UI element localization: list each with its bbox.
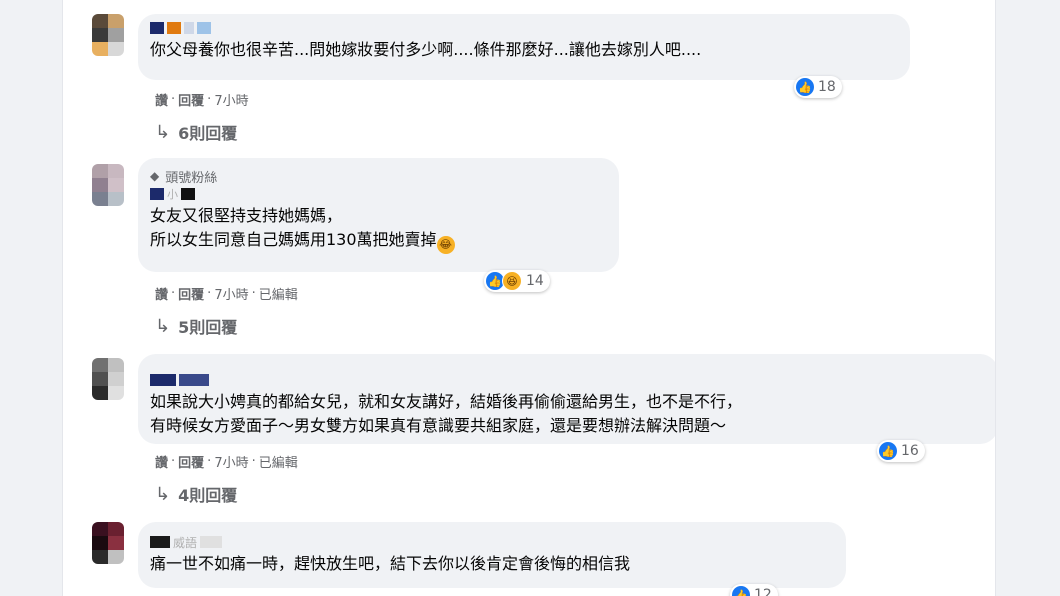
view-replies-button[interactable]: ↳ 6則回覆 <box>155 120 237 144</box>
reaction-summary[interactable]: 👍 12 <box>730 584 778 596</box>
replies-label: 5則回覆 <box>178 318 238 337</box>
avatar[interactable] <box>92 164 124 206</box>
reply-button[interactable]: 回覆 <box>178 90 204 109</box>
diamond-icon: ◆ <box>150 169 160 183</box>
reaction-count: 12 <box>754 587 772 596</box>
reaction-count: 14 <box>526 273 544 289</box>
comment-bubble: 你父母養你也很辛苦...問她嫁妝要付多少啊....條件那麼好...讓他去嫁別人吧… <box>138 14 910 80</box>
badge-label: 頭號粉絲 <box>165 170 218 186</box>
like-button[interactable]: 讚 <box>155 284 168 303</box>
reaction-summary[interactable]: 👍 😆 14 <box>484 270 550 292</box>
timestamp-link[interactable]: 7小時 <box>214 90 248 109</box>
like-button[interactable]: 讚 <box>155 90 168 109</box>
reaction-count: 16 <box>901 443 919 459</box>
reaction-summary[interactable]: 👍 16 <box>877 440 925 462</box>
reply-arrow-icon: ↳ <box>155 483 171 505</box>
separator: · <box>171 92 176 107</box>
edited-label: 已編輯 <box>258 456 298 471</box>
separator: · <box>207 454 212 469</box>
timestamp-link[interactable]: 7小時 <box>214 452 248 471</box>
top-fan-badge: ◆ 頭號粉絲 <box>150 168 605 186</box>
like-button[interactable]: 讚 <box>155 452 168 471</box>
separator: · <box>251 286 256 301</box>
commenter-name-redacted[interactable] <box>150 372 984 388</box>
replies-label: 4則回覆 <box>178 486 238 505</box>
comment-text-line: 所以女生同意自己媽媽用130萬把她賣掉 😂 <box>150 228 605 254</box>
comment-text-line: 女友又很堅持支持她媽媽， <box>150 206 343 225</box>
comments-panel: 你父母養你也很辛苦...問她嫁妝要付多少啊....條件那麼好...讓他去嫁別人吧… <box>62 0 996 596</box>
comment-meta: 讚 · 回覆 · 7小時 · 已編輯 <box>155 284 298 303</box>
commenter-name-redacted[interactable] <box>150 20 896 36</box>
like-icon: 👍 <box>732 586 750 596</box>
comment-text-line: 如果說大小娉真的都給女兒，就和女友講好，結婚後再偷偷還給男生，也不是不行， <box>150 392 743 411</box>
avatar[interactable] <box>92 522 124 564</box>
name-fragment: 威語 <box>173 535 198 550</box>
reply-button[interactable]: 回覆 <box>178 452 204 471</box>
comment-text-line: 你父母養你也很辛苦...問她嫁妝要付多少啊....條件那麼好...讓他去嫁別人吧… <box>150 40 702 59</box>
comment-bubble: ◆ 頭號粉絲 小 女友又很堅持支持她媽媽， 所以女生同意自己媽媽用130萬把她賣… <box>138 158 619 272</box>
separator: · <box>207 286 212 301</box>
edited-label: 已編輯 <box>258 288 298 303</box>
like-icon: 👍 <box>796 78 814 96</box>
comment-meta: 讚 · 回覆 · 7小時 · 已編輯 <box>155 452 298 471</box>
reply-arrow-icon: ↳ <box>155 315 171 337</box>
avatar[interactable] <box>92 14 124 56</box>
comment-bubble: 威語 痛一世不如痛一時，趕快放生吧，結下去你以後肯定會後悔的相信我 <box>138 522 846 588</box>
view-replies-button[interactable]: ↳ 5則回覆 <box>155 314 237 338</box>
laughing-emoji-icon: 😂 <box>436 236 455 254</box>
separator: · <box>207 92 212 107</box>
comment-text-fragment: 所以女生同意自己媽媽用130萬把她賣掉 <box>150 230 437 249</box>
replies-label: 6則回覆 <box>178 124 238 143</box>
comment-text-line: 有時候女方愛面子～男女雙方如果真有意識要共組家庭，還是要想辦法解決問題～ <box>150 416 727 435</box>
separator: · <box>171 454 176 469</box>
like-icon: 👍 <box>879 442 897 460</box>
commenter-name-redacted[interactable]: 小 <box>150 186 605 202</box>
avatar[interactable] <box>92 358 124 400</box>
reply-button[interactable]: 回覆 <box>178 284 204 303</box>
name-fragment: 小 <box>167 188 178 201</box>
reply-arrow-icon: ↳ <box>155 121 171 143</box>
comment-bubble: 如果說大小娉真的都給女兒，就和女友講好，結婚後再偷偷還給男生，也不是不行， 有時… <box>138 354 995 444</box>
haha-icon: 😆 <box>502 271 522 291</box>
comment-text-line: 痛一世不如痛一時，趕快放生吧，結下去你以後肯定會後悔的相信我 <box>150 554 631 573</box>
reaction-count: 18 <box>818 79 836 95</box>
timestamp-link[interactable]: 7小時 <box>214 284 248 303</box>
commenter-name-redacted[interactable]: 威語 <box>150 534 832 550</box>
comment-meta: 讚 · 回覆 · 7小時 <box>155 90 249 109</box>
separator: · <box>251 454 256 469</box>
view-replies-button[interactable]: ↳ 4則回覆 <box>155 482 237 506</box>
separator: · <box>171 286 176 301</box>
reaction-summary[interactable]: 👍 18 <box>794 76 842 98</box>
